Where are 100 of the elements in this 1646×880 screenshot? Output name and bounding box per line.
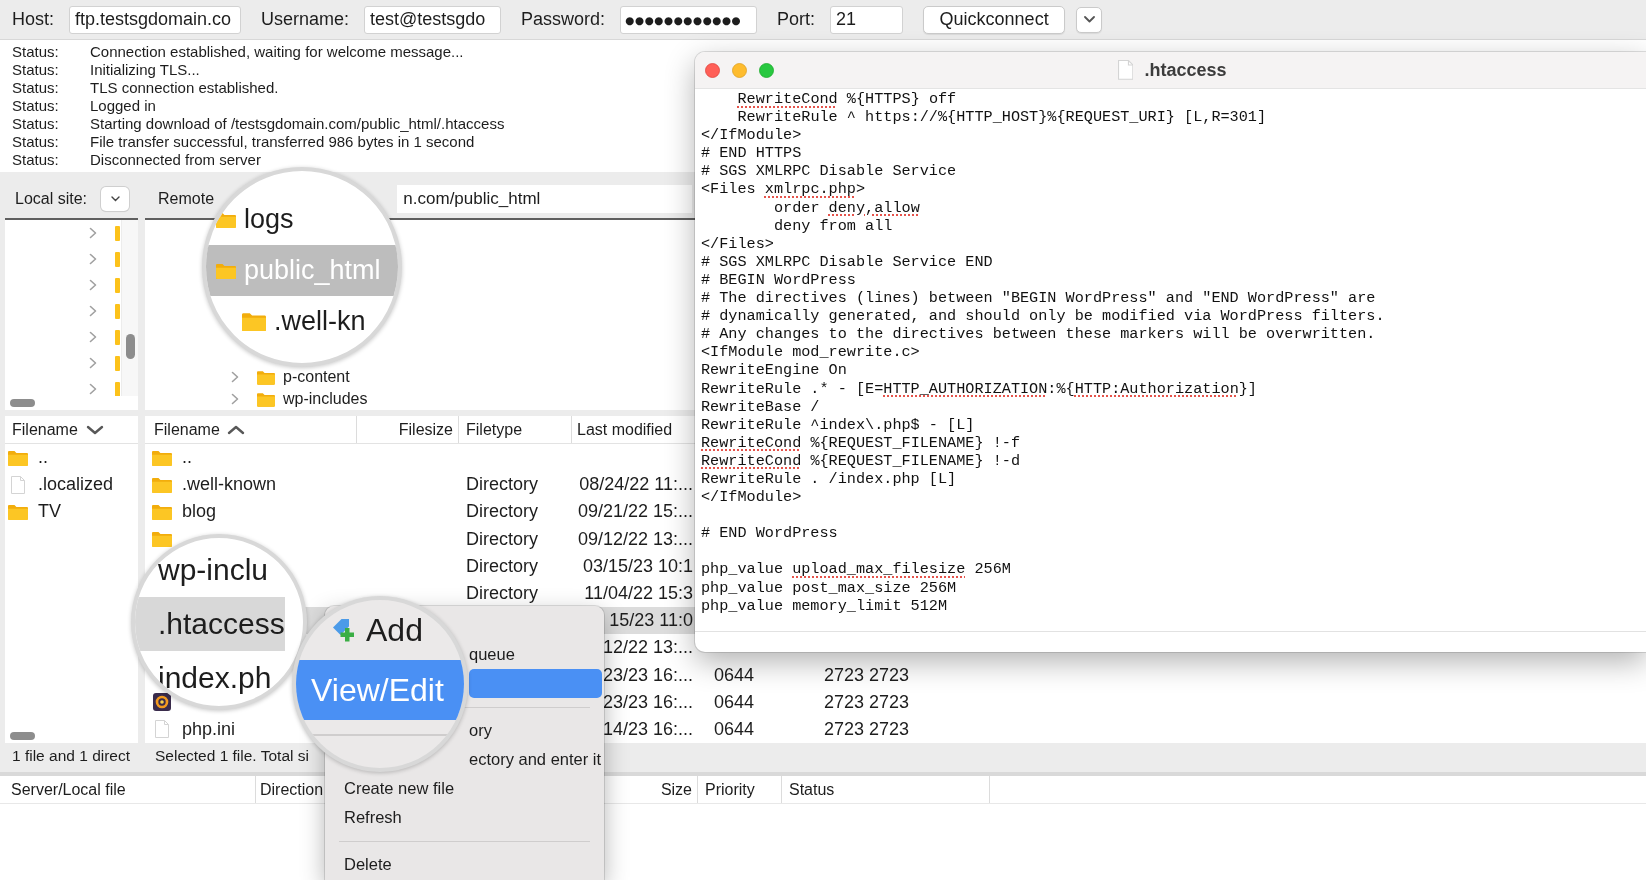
owner-group: 2723 2723: [824, 664, 910, 686]
file-name: blog: [182, 501, 217, 523]
username-field[interactable]: test@testsgdo: [364, 5, 502, 34]
folder-icon: [257, 391, 275, 407]
code-line: RewriteRule ^index\.php$ - [L]: [701, 415, 975, 434]
folder-icon: [242, 311, 266, 332]
file-row[interactable]: ..: [5, 444, 138, 472]
permissions-text: 0644: [714, 664, 755, 686]
menu-item[interactable]: ectory and enter it: [469, 745, 602, 774]
password-field[interactable]: ●●●●●●●●●●●●: [620, 5, 758, 34]
field-label: Host:: [12, 9, 54, 30]
folder-icon: [8, 449, 28, 466]
port-field[interactable]: 21: [830, 5, 904, 34]
status-text: Selected 1 file. Total si: [155, 746, 309, 765]
code-line: </Files>: [701, 234, 774, 253]
menu-item[interactable]: Refresh: [331, 803, 602, 832]
menu-item[interactable]: queue: [469, 640, 602, 669]
chevron-right-icon[interactable]: [89, 279, 97, 291]
log-message: Connection established, waiting for welcome message...: [90, 43, 464, 61]
code-line: RewriteCond %{REQUEST_FILENAME} !-d: [701, 451, 1020, 470]
folder-icon: [216, 211, 236, 228]
code-line: # SGS XMLRPC Disable Service: [701, 162, 957, 181]
tree-item[interactable]: wp-includes: [283, 390, 368, 408]
code-line: # END HTTPS: [701, 144, 802, 163]
chevron-right-icon[interactable]: [231, 371, 239, 383]
folder-icon: [152, 531, 172, 548]
column-header[interactable]: Server/Local file: [0, 776, 256, 803]
menu-item[interactable]: Create new file: [331, 774, 602, 803]
menu-item[interactable]: Add: [296, 600, 464, 660]
code-line: RewriteRule ^ https://%{HTTP_HOST}%{REQUEST_URI} [L,R=301]: [736, 108, 1267, 127]
chevron-right-icon[interactable]: [89, 305, 97, 317]
site-dropdown[interactable]: [101, 187, 130, 211]
log-label: Status:: [11, 151, 60, 169]
file-icon: [155, 720, 169, 739]
permissions-text: 0644: [714, 691, 755, 713]
modified-date: 12/22 13:...: [602, 637, 693, 659]
chevron-down-icon: [1083, 16, 1095, 23]
log-message: Initializing TLS...: [90, 61, 200, 79]
column-header[interactable]: Filesize: [357, 416, 459, 443]
path-field[interactable]: n.com/public_html: [397, 185, 692, 213]
scrollbar-thumb[interactable]: [10, 732, 35, 740]
log-label: Status:: [11, 61, 60, 79]
log-message: Starting download of /testsgdomain.com/public_html/.htaccess: [90, 115, 505, 133]
file-name: .localized: [38, 474, 114, 496]
code-line: # Any changes to the directives between these markers will be overwritten.: [701, 325, 1376, 344]
window-close-icon[interactable]: [705, 62, 720, 78]
chevron-right-icon[interactable]: [89, 357, 97, 369]
folder-icon: [152, 449, 172, 466]
tree-item[interactable]: p-content: [283, 368, 350, 386]
file-name: .well-known: [182, 474, 277, 496]
chevron-right-icon[interactable]: [89, 383, 97, 395]
log-message: Logged in: [90, 97, 156, 115]
modified-date: 08/24/22 11:...: [579, 474, 693, 496]
chevron-right-icon[interactable]: [89, 331, 97, 343]
file-name: php.ini: [182, 718, 236, 740]
file-row[interactable]: TV: [5, 498, 138, 526]
log-label: Status:: [11, 115, 60, 133]
code-line: RewriteCond %{REQUEST_FILENAME} !-f: [701, 433, 1020, 452]
folder-icon: [115, 303, 120, 319]
code-line: RewriteCond %{HTTPS} off: [736, 90, 957, 109]
code-line: php_value memory_limit 512M: [701, 596, 948, 615]
chevron-right-icon[interactable]: [231, 393, 239, 405]
modified-date: 15/23 11:0: [609, 610, 693, 632]
column-header[interactable]: Last modified: [572, 416, 695, 443]
code-line: order deny,allow: [772, 198, 920, 217]
file-name: ..: [38, 447, 48, 469]
file-row[interactable]: index.ph: [135, 651, 285, 705]
file-type: Directory: [466, 474, 538, 496]
file-row[interactable]: wp-inclu: [135, 543, 285, 597]
scrollbar-thumb[interactable]: [125, 334, 135, 359]
tree-item[interactable]: .well-kn: [206, 296, 398, 347]
column-header[interactable]: Priority: [698, 776, 782, 803]
code-line: # dynamically generated, and should only be modified via WordPress filters.: [701, 307, 1385, 326]
file-row[interactable]: .htaccess: [135, 597, 285, 651]
host-field[interactable]: ftp.testsgdomain.co: [69, 5, 241, 34]
chevron-right-icon[interactable]: [89, 253, 97, 265]
column-header[interactable]: Status: [782, 776, 990, 803]
column-header[interactable]: Filetype: [459, 416, 572, 443]
code-line: <Files xmlrpc.php>: [701, 180, 866, 199]
swirl-tile-icon: [153, 693, 171, 712]
code-line: php_value upload_max_filesize 256M: [701, 560, 1011, 579]
file-type: Directory: [466, 555, 538, 577]
dropdown-button[interactable]: [1076, 6, 1103, 33]
column-header[interactable]: Filename: [5, 416, 138, 443]
permissions-text: 0644: [714, 718, 755, 740]
file-row[interactable]: .localized: [5, 471, 138, 499]
field-label: Port:: [777, 9, 816, 30]
quickconnect-button[interactable]: Quickconnect: [923, 5, 1066, 34]
scrollbar-thumb[interactable]: [10, 399, 35, 407]
modified-date: 11/04/22 15:3: [584, 583, 693, 605]
column-header[interactable]: Filename: [145, 416, 357, 443]
window-zoom-icon[interactable]: [759, 62, 774, 78]
file-type: Directory: [466, 501, 538, 523]
menu-item[interactable]: ory: [469, 716, 602, 745]
window-minimize-icon[interactable]: [732, 62, 747, 78]
code-line: RewriteRule . /index.php [L]: [701, 469, 957, 489]
owner-group: 2723 2723: [824, 718, 910, 740]
menu-item[interactable]: Delete: [331, 850, 602, 879]
chevron-right-icon[interactable]: [89, 227, 97, 239]
log-message: Disconnected from server: [90, 151, 261, 169]
